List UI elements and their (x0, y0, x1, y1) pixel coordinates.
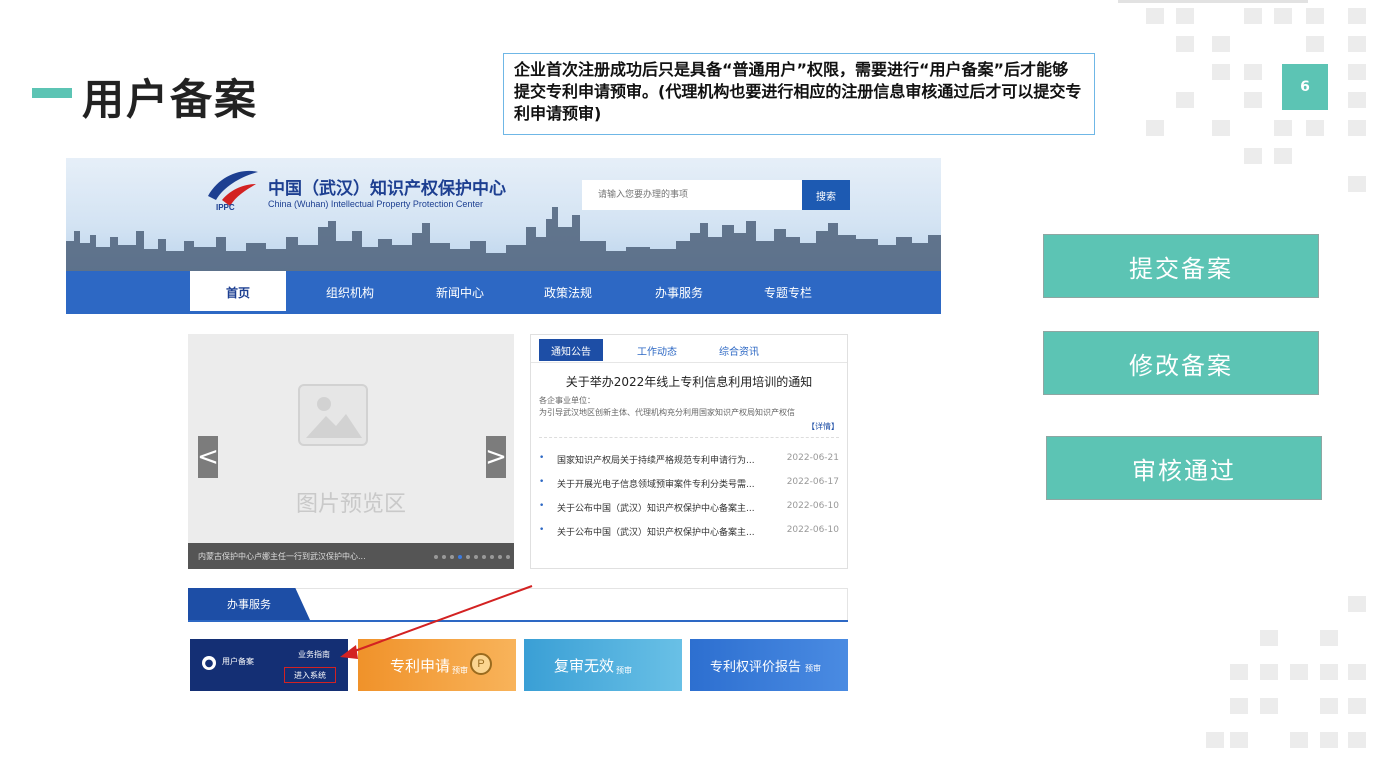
approved-button[interactable]: 审核通过 (1046, 436, 1322, 500)
submit-filing-button[interactable]: 提交备案 (1043, 234, 1319, 298)
modify-filing-button[interactable]: 修改备案 (1043, 331, 1319, 395)
